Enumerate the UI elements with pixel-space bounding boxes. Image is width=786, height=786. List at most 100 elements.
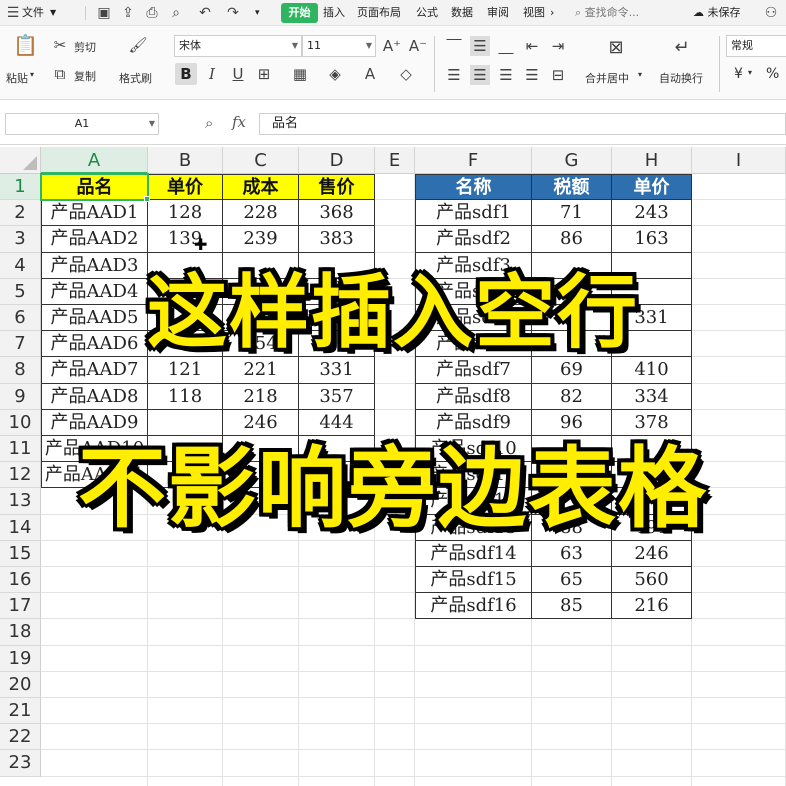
quick-access-more-icon[interactable]: ▾ xyxy=(255,5,260,21)
tab-page-layout[interactable]: 页面布局 xyxy=(357,5,401,21)
distributed-align-icon[interactable]: ⊟ xyxy=(548,65,568,85)
cloud-save-status[interactable]: ☁ 未保存 xyxy=(693,5,741,21)
decrease-indent-icon[interactable]: ⇤ xyxy=(522,36,542,56)
font-name-select[interactable]: 宋体 ▼ xyxy=(174,35,302,57)
print-icon[interactable]: ⎙ xyxy=(143,4,161,22)
file-menu[interactable]: 文件 xyxy=(22,5,44,21)
fill-color-icon[interactable]: ◈ xyxy=(325,64,345,84)
fx-icon[interactable]: fx xyxy=(232,113,246,131)
copy-button[interactable]: 复制 xyxy=(74,68,96,84)
currency-chevron-icon[interactable]: ▾ xyxy=(748,68,752,77)
column-header-b[interactable]: B xyxy=(148,147,223,174)
command-search[interactable]: ⌕ 查找命令... xyxy=(575,4,685,22)
paste-chevron-icon[interactable]: ▾ xyxy=(30,70,34,79)
save-icon[interactable]: ▣ xyxy=(95,4,113,22)
align-left-icon[interactable]: ☰ xyxy=(444,65,464,85)
name-box[interactable]: A1 ▼ xyxy=(5,113,159,135)
increase-indent-icon[interactable]: ⇥ xyxy=(548,36,568,56)
row-header-16[interactable]: 16 xyxy=(0,567,41,594)
undo-icon[interactable]: ↶ xyxy=(196,4,214,22)
increase-font-icon[interactable]: A⁺ xyxy=(382,36,402,56)
hamburger-menu-icon[interactable]: ☰ xyxy=(4,4,22,22)
cell-style-icon[interactable]: ▦ xyxy=(290,64,310,84)
tab-review[interactable]: 审阅 xyxy=(487,5,509,21)
merge-center-button[interactable]: 合并居中 xyxy=(585,70,629,86)
decrease-font-icon[interactable]: A⁻ xyxy=(408,36,428,56)
align-middle-icon[interactable]: ☰ xyxy=(470,36,490,56)
right-table-header-cell[interactable]: 税额 xyxy=(532,174,612,201)
left-table-cell[interactable]: 218 xyxy=(223,383,299,410)
right-table-cell[interactable]: 216 xyxy=(612,593,692,620)
font-size-select[interactable]: 11 ▼ xyxy=(302,35,376,57)
tab-view[interactable]: 视图 xyxy=(523,5,545,21)
left-table-cell[interactable]: 128 xyxy=(148,200,223,227)
column-header-i[interactable]: I xyxy=(692,147,786,174)
select-all-corner[interactable] xyxy=(0,147,41,174)
align-right-icon[interactable]: ☰ xyxy=(496,65,516,85)
left-table-header-cell[interactable]: 品名 xyxy=(41,174,148,201)
file-menu-chevron-icon[interactable]: ▼ xyxy=(50,5,56,21)
cut-button[interactable]: 剪切 xyxy=(74,39,96,55)
right-table-header-cell[interactable]: 单价 xyxy=(612,174,692,201)
column-header-g[interactable]: G xyxy=(532,147,612,174)
row-header-17[interactable]: 17 xyxy=(0,593,41,620)
user-icon[interactable]: ⚇ xyxy=(762,4,780,22)
currency-format-button[interactable]: ¥ xyxy=(734,66,743,82)
justify-icon[interactable]: ☰ xyxy=(522,65,542,85)
column-header-a[interactable]: A xyxy=(41,147,148,174)
number-format-select[interactable]: 常规 xyxy=(726,35,786,57)
paste-button[interactable]: 粘贴 xyxy=(6,70,28,86)
merge-chevron-icon[interactable]: ▾ xyxy=(638,70,642,79)
left-table-header-cell[interactable]: 单价 xyxy=(148,174,223,201)
left-table-cell[interactable]: 产品AAD1 xyxy=(41,200,148,227)
right-table-cell[interactable]: 334 xyxy=(612,383,692,410)
bold-button[interactable]: B xyxy=(175,63,197,85)
tab-data[interactable]: 数据 xyxy=(451,5,473,21)
right-table-cell[interactable]: 产品sdf16 xyxy=(415,593,532,620)
right-table-cell[interactable]: 产品sdf15 xyxy=(415,567,532,594)
fill-handle[interactable] xyxy=(144,196,150,203)
paste-icon[interactable]: 📋 xyxy=(13,35,38,55)
export-icon[interactable]: ⇪ xyxy=(119,4,137,22)
right-table-cell[interactable]: 560 xyxy=(612,567,692,594)
italic-button[interactable]: I xyxy=(202,64,222,84)
wrap-text-button[interactable]: 自动换行 xyxy=(659,70,703,86)
percent-format-button[interactable]: % xyxy=(766,66,779,82)
column-header-e[interactable]: E xyxy=(375,147,415,174)
zoom-search-icon[interactable]: ⌕ xyxy=(205,114,213,132)
column-header-d[interactable]: D xyxy=(299,147,375,174)
column-header-f[interactable]: F xyxy=(415,147,532,174)
left-table-cell[interactable]: 357 xyxy=(299,383,375,410)
format-painter-button[interactable]: 格式刷 xyxy=(119,70,152,86)
column-header-h[interactable]: H xyxy=(612,147,692,174)
underline-button[interactable]: U xyxy=(228,64,248,84)
right-table-cell[interactable]: 85 xyxy=(532,593,612,620)
row-header-21[interactable]: 21 xyxy=(0,698,41,725)
right-table-cell[interactable]: 82 xyxy=(532,383,612,410)
align-bottom-icon[interactable]: ⎽ xyxy=(496,36,516,56)
clear-format-icon[interactable]: ◇ xyxy=(396,64,416,84)
print-preview-icon[interactable]: ⌕ xyxy=(167,4,185,22)
formula-input[interactable]: 品名 xyxy=(259,113,786,135)
left-table-cell[interactable]: 产品AAD8 xyxy=(41,383,148,410)
left-table-cell[interactable]: 368 xyxy=(299,200,375,227)
column-header-c[interactable]: C xyxy=(223,147,299,174)
tab-home[interactable]: 开始 xyxy=(281,3,318,23)
tabs-scroll-right-icon[interactable]: › xyxy=(550,5,554,21)
right-table-cell[interactable]: 65 xyxy=(532,567,612,594)
font-color-icon[interactable]: A xyxy=(360,64,380,84)
tab-formulas[interactable]: 公式 xyxy=(416,5,438,21)
right-table-header-cell[interactable]: 名称 xyxy=(415,174,532,201)
left-table-header-cell[interactable]: 售价 xyxy=(299,174,375,201)
row-header-22[interactable]: 22 xyxy=(0,724,41,751)
right-table-cell[interactable]: 71 xyxy=(532,200,612,227)
right-table-cell[interactable]: 产品sdf8 xyxy=(415,383,532,410)
align-top-icon[interactable]: ⎺ xyxy=(444,36,464,56)
row-header-19[interactable]: 19 xyxy=(0,645,41,672)
right-table-cell[interactable]: 243 xyxy=(612,200,692,227)
row-header-2[interactable]: 2 xyxy=(0,200,41,227)
row-header-18[interactable]: 18 xyxy=(0,619,41,646)
row-header-1[interactable]: 1 xyxy=(0,174,41,201)
row-header-23[interactable]: 23 xyxy=(0,750,41,777)
align-center-icon[interactable]: ☰ xyxy=(470,65,490,85)
